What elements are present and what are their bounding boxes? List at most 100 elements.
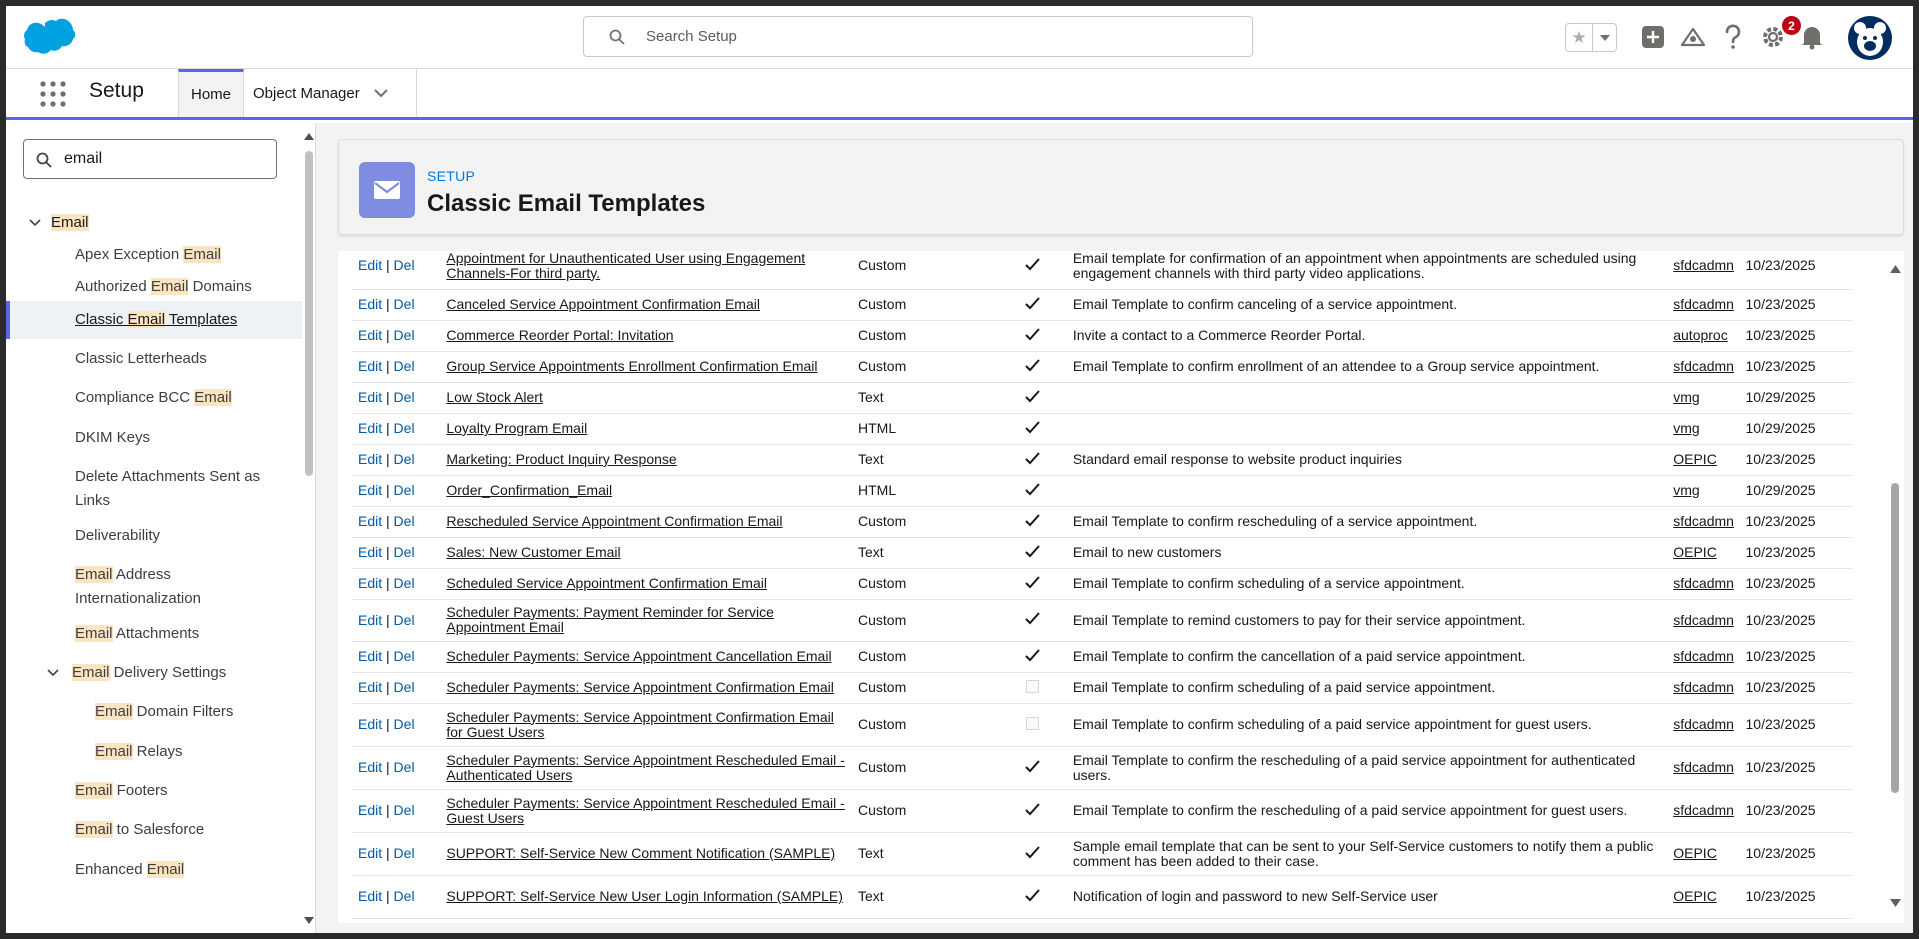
template-name-link[interactable]: Canceled Service Appointment Confirmatio… — [446, 296, 760, 312]
template-name-link[interactable]: Commerce Reorder Portal: Invitation — [446, 327, 673, 343]
delete-link[interactable]: Del — [394, 575, 415, 591]
template-name-link[interactable]: Scheduler Payments: Service Appointment … — [446, 709, 834, 740]
help-button[interactable] — [1718, 22, 1748, 52]
delete-link[interactable]: Del — [394, 513, 415, 529]
global-search[interactable] — [583, 16, 1253, 57]
owner-link[interactable]: OEPIC — [1673, 451, 1717, 467]
template-name-link[interactable]: Sales: New Customer Email — [446, 544, 620, 560]
chevron-down-icon[interactable] — [374, 88, 388, 98]
scroll-up-icon[interactable] — [1890, 265, 1901, 273]
tree-item-classic-letterheads[interactable]: Classic Letterheads — [6, 347, 302, 371]
owner-link[interactable]: OEPIC — [1673, 544, 1717, 560]
tree-item-deliverability[interactable]: Deliverability — [6, 524, 302, 548]
owner-link[interactable]: vmg — [1673, 420, 1699, 436]
edit-link[interactable]: Edit — [358, 679, 382, 695]
delete-link[interactable]: Del — [394, 679, 415, 695]
template-name-link[interactable]: Scheduler Payments: Payment Reminder for… — [446, 604, 774, 635]
delete-link[interactable]: Del — [394, 296, 415, 312]
trailhead-button[interactable] — [1678, 22, 1708, 52]
edit-link[interactable]: Edit — [358, 648, 382, 664]
owner-link[interactable]: OEPIC — [1673, 845, 1717, 861]
user-avatar[interactable] — [1848, 16, 1892, 60]
global-actions-button[interactable] — [1638, 22, 1668, 52]
owner-link[interactable]: sfdcadmn — [1673, 716, 1734, 732]
owner-link[interactable]: sfdcadmn — [1673, 679, 1734, 695]
owner-link[interactable]: vmg — [1673, 389, 1699, 405]
tree-item-email-to-salesforce[interactable]: Email to Salesforce — [6, 818, 302, 842]
edit-link[interactable]: Edit — [358, 759, 382, 775]
edit-link[interactable]: Edit — [358, 612, 382, 628]
tree-item-authorized-email-domains[interactable]: Authorized Email Domains — [6, 275, 302, 299]
template-name-link[interactable]: Scheduler Payments: Service Appointment … — [446, 679, 834, 695]
tree-item-delete-attachments[interactable]: Delete Attachments Sent as Links — [6, 465, 302, 513]
tab-home[interactable]: Home — [178, 69, 245, 117]
owner-link[interactable]: autoproc — [1673, 327, 1727, 343]
edit-link[interactable]: Edit — [358, 327, 382, 343]
tree-item-email-domain-filters[interactable]: Email Domain Filters — [6, 700, 302, 724]
owner-link[interactable]: sfdcadmn — [1673, 575, 1734, 591]
template-name-link[interactable]: Scheduler Payments: Service Appointment … — [446, 795, 844, 826]
edit-link[interactable]: Edit — [358, 716, 382, 732]
table-scroll-thumb[interactable] — [1891, 483, 1899, 793]
tree-item-dkim-keys[interactable]: DKIM Keys — [6, 426, 302, 450]
tree-item-email-attachments[interactable]: Email Attachments — [6, 622, 302, 646]
delete-link[interactable]: Del — [394, 358, 415, 374]
delete-link[interactable]: Del — [394, 257, 415, 273]
template-name-link[interactable]: Scheduler Payments: Service Appointment … — [446, 752, 844, 783]
quick-find[interactable] — [23, 139, 277, 179]
edit-link[interactable]: Edit — [358, 389, 382, 405]
tree-item-apex-exception-email[interactable]: Apex Exception Email — [6, 243, 302, 267]
template-name-link[interactable]: SUPPORT: Self-Service New User Login Inf… — [446, 888, 843, 904]
search-input[interactable] — [646, 17, 1206, 56]
tab-object-manager[interactable]: Object Manager — [243, 69, 417, 117]
delete-link[interactable]: Del — [394, 420, 415, 436]
delete-link[interactable]: Del — [394, 845, 415, 861]
owner-link[interactable]: sfdcadmn — [1673, 358, 1734, 374]
scroll-up-icon[interactable] — [304, 133, 314, 140]
owner-link[interactable]: sfdcadmn — [1673, 296, 1734, 312]
delete-link[interactable]: Del — [394, 648, 415, 664]
tree-item-compliance-bcc-email[interactable]: Compliance BCC Email — [6, 386, 302, 410]
tree-item-enhanced-email[interactable]: Enhanced Email — [6, 858, 302, 882]
template-name-link[interactable]: Loyalty Program Email — [446, 420, 587, 436]
star-icon[interactable]: ★ — [1566, 24, 1592, 51]
favorites-dropdown-button[interactable] — [1592, 24, 1617, 51]
tree-item-email-relays[interactable]: Email Relays — [6, 740, 302, 764]
scroll-down-icon[interactable] — [1890, 899, 1901, 907]
edit-link[interactable]: Edit — [358, 845, 382, 861]
delete-link[interactable]: Del — [394, 716, 415, 732]
edit-link[interactable]: Edit — [358, 358, 382, 374]
delete-link[interactable]: Del — [394, 451, 415, 467]
owner-link[interactable]: sfdcadmn — [1673, 257, 1734, 273]
template-name-link[interactable]: Scheduler Payments: Service Appointment … — [446, 648, 831, 664]
tree-item-email-delivery-settings[interactable]: Email Delivery Settings — [6, 661, 302, 685]
delete-link[interactable]: Del — [394, 544, 415, 560]
delete-link[interactable]: Del — [394, 482, 415, 498]
owner-link[interactable]: sfdcadmn — [1673, 802, 1734, 818]
template-name-link[interactable]: Group Service Appointments Enrollment Co… — [446, 358, 817, 374]
template-name-link[interactable]: Rescheduled Service Appointment Confirma… — [446, 513, 782, 529]
edit-link[interactable]: Edit — [358, 513, 382, 529]
edit-link[interactable]: Edit — [358, 802, 382, 818]
table-scrollbar[interactable] — [1889, 251, 1902, 923]
quick-find-input[interactable] — [64, 140, 264, 178]
edit-link[interactable]: Edit — [358, 482, 382, 498]
notifications-button[interactable] — [1797, 22, 1827, 52]
owner-link[interactable]: OEPIC — [1673, 888, 1717, 904]
owner-link[interactable]: sfdcadmn — [1673, 648, 1734, 664]
edit-link[interactable]: Edit — [358, 451, 382, 467]
template-name-link[interactable]: Scheduled Service Appointment Confirmati… — [446, 575, 767, 591]
edit-link[interactable]: Edit — [358, 257, 382, 273]
template-name-link[interactable]: Low Stock Alert — [446, 389, 543, 405]
template-name-link[interactable]: Order_Confirmation_Email — [446, 482, 612, 498]
template-name-link[interactable]: SUPPORT: Self-Service New Comment Notifi… — [446, 845, 835, 861]
edit-link[interactable]: Edit — [358, 888, 382, 904]
tree-item-email[interactable]: Email — [6, 211, 302, 235]
edit-link[interactable]: Edit — [358, 296, 382, 312]
edit-link[interactable]: Edit — [358, 544, 382, 560]
delete-link[interactable]: Del — [394, 888, 415, 904]
delete-link[interactable]: Del — [394, 327, 415, 343]
delete-link[interactable]: Del — [394, 759, 415, 775]
template-name-link[interactable]: Marketing: Product Inquiry Response — [446, 451, 676, 467]
owner-link[interactable]: sfdcadmn — [1673, 612, 1734, 628]
